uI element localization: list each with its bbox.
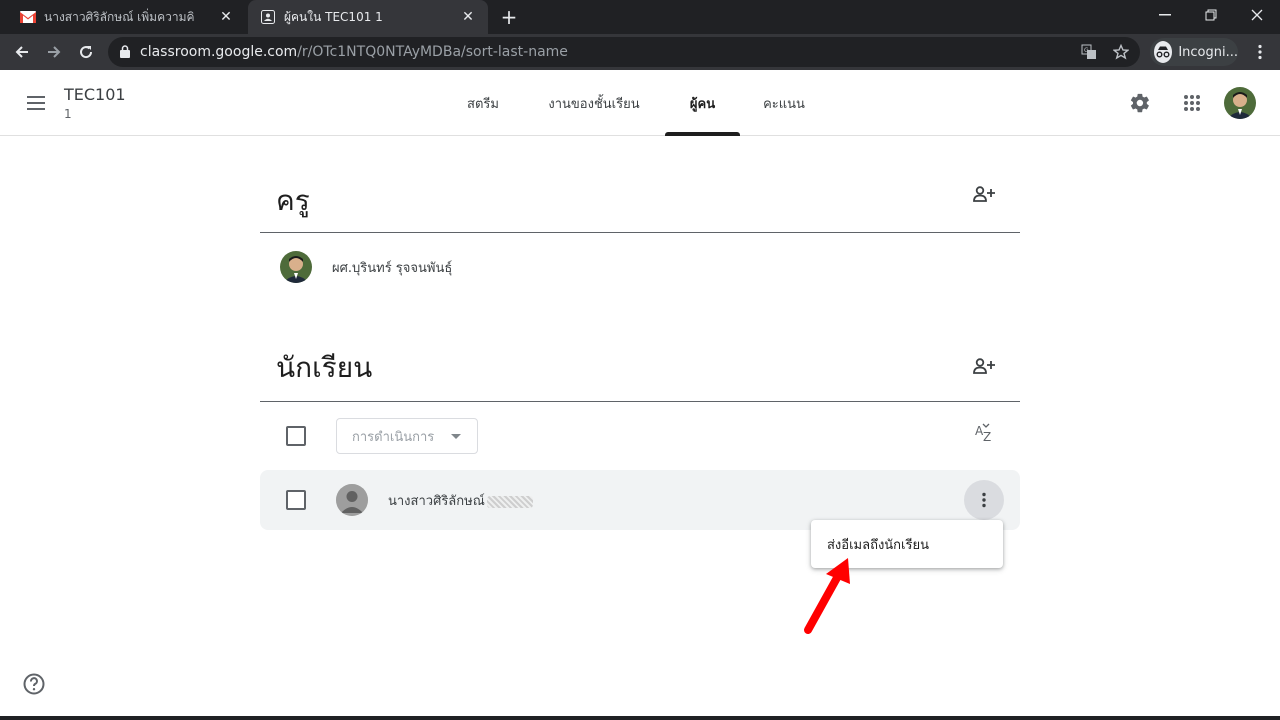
browser-menu-icon[interactable]	[1250, 40, 1270, 64]
forward-icon[interactable]	[42, 40, 66, 64]
close-icon[interactable]: ✕	[460, 9, 476, 25]
class-name[interactable]: TEC101	[64, 85, 126, 104]
classroom-people-icon	[260, 9, 276, 25]
more-options-icon[interactable]	[964, 480, 1004, 520]
incognito-label: Incogni...	[1178, 44, 1238, 60]
translate-icon[interactable]: G	[1078, 41, 1100, 63]
address-bar[interactable]: classroom.google.com/r/OTc1NTQ0NTAyMDBa/…	[108, 37, 1140, 67]
students-divider	[260, 401, 1020, 402]
reload-icon[interactable]	[74, 40, 98, 64]
invite-student-icon[interactable]	[972, 354, 996, 378]
new-tab-icon[interactable]: +	[498, 6, 520, 28]
invite-teacher-icon[interactable]	[972, 182, 996, 206]
teacher-row: ผศ.บุรินทร์ รุจจนพันธุ์	[280, 251, 452, 283]
tab-stream[interactable]: สตรีม	[452, 70, 514, 136]
incognito-icon	[1154, 41, 1173, 63]
chevron-down-icon	[451, 434, 461, 439]
apps-grid-icon[interactable]	[1180, 91, 1204, 115]
gmail-icon	[20, 9, 36, 25]
student-name: นางสาวศิริลักษณ์	[388, 490, 533, 511]
account-avatar[interactable]	[1224, 87, 1256, 119]
students-heading: นักเรียน	[276, 351, 373, 384]
back-icon[interactable]	[10, 40, 34, 64]
class-section: 1	[64, 107, 72, 121]
gear-icon[interactable]	[1128, 91, 1152, 115]
url-text: classroom.google.com/r/OTc1NTQ0NTAyMDBa/…	[140, 44, 568, 60]
select-all-checkbox[interactable]	[286, 426, 306, 446]
tab-grades[interactable]: คะแนน	[750, 70, 818, 136]
sort-az-icon[interactable]: AZ	[972, 421, 996, 445]
taskbar-edge	[0, 716, 1280, 720]
teacher-avatar	[280, 251, 312, 283]
classroom-header: TEC101 1 สตรีม งานของชั้นเรียน ผู้คน คะแ…	[0, 70, 1280, 136]
tab-title: นางสาวศิริลักษณ์ เพิ่มความคิ	[44, 9, 195, 24]
close-window-icon[interactable]	[1234, 0, 1280, 30]
tab-strip: นางสาวศิริลักษณ์ เพิ่มความคิ ✕ ผู้คนใน T…	[0, 0, 1280, 34]
tab-people[interactable]: ผู้คนใน TEC101 1 ✕	[248, 0, 488, 34]
bookmark-star-icon[interactable]	[1110, 41, 1132, 63]
tab-title: ผู้คนใน TEC101 1	[284, 9, 383, 24]
actions-dropdown[interactable]: การดำเนินการ	[336, 418, 478, 454]
annotation-arrow	[804, 558, 850, 634]
tab-gmail[interactable]: นางสาวศิริลักษณ์ เพิ่มความคิ ✕	[8, 0, 246, 34]
teachers-heading: ครู	[276, 184, 310, 217]
student-checkbox[interactable]	[286, 490, 306, 510]
svg-text:G: G	[1084, 47, 1089, 54]
browser-window: นางสาวศิริลักษณ์ เพิ่มความคิ ✕ ผู้คนใน T…	[0, 0, 1280, 720]
incognito-indicator[interactable]: Incogni...	[1150, 38, 1238, 66]
student-avatar	[336, 484, 368, 516]
svg-text:Z: Z	[983, 430, 991, 444]
main-menu-icon[interactable]	[24, 91, 48, 115]
teachers-divider	[260, 232, 1020, 233]
redacted-text	[486, 495, 533, 508]
actions-label: การดำเนินการ	[352, 429, 435, 445]
help-icon[interactable]	[23, 673, 45, 695]
restore-icon[interactable]	[1188, 0, 1234, 30]
teacher-name: ผศ.บุรินทร์ รุจจนพันธุ์	[332, 260, 453, 276]
minimize-icon[interactable]	[1142, 0, 1188, 30]
tab-people[interactable]: ผู้คน	[665, 70, 740, 136]
close-icon[interactable]: ✕	[218, 9, 234, 25]
lock-icon	[120, 43, 130, 62]
tab-classwork[interactable]: งานของชั้นเรียน	[532, 70, 656, 136]
browser-toolbar: classroom.google.com/r/OTc1NTQ0NTAyMDBa/…	[0, 34, 1280, 70]
